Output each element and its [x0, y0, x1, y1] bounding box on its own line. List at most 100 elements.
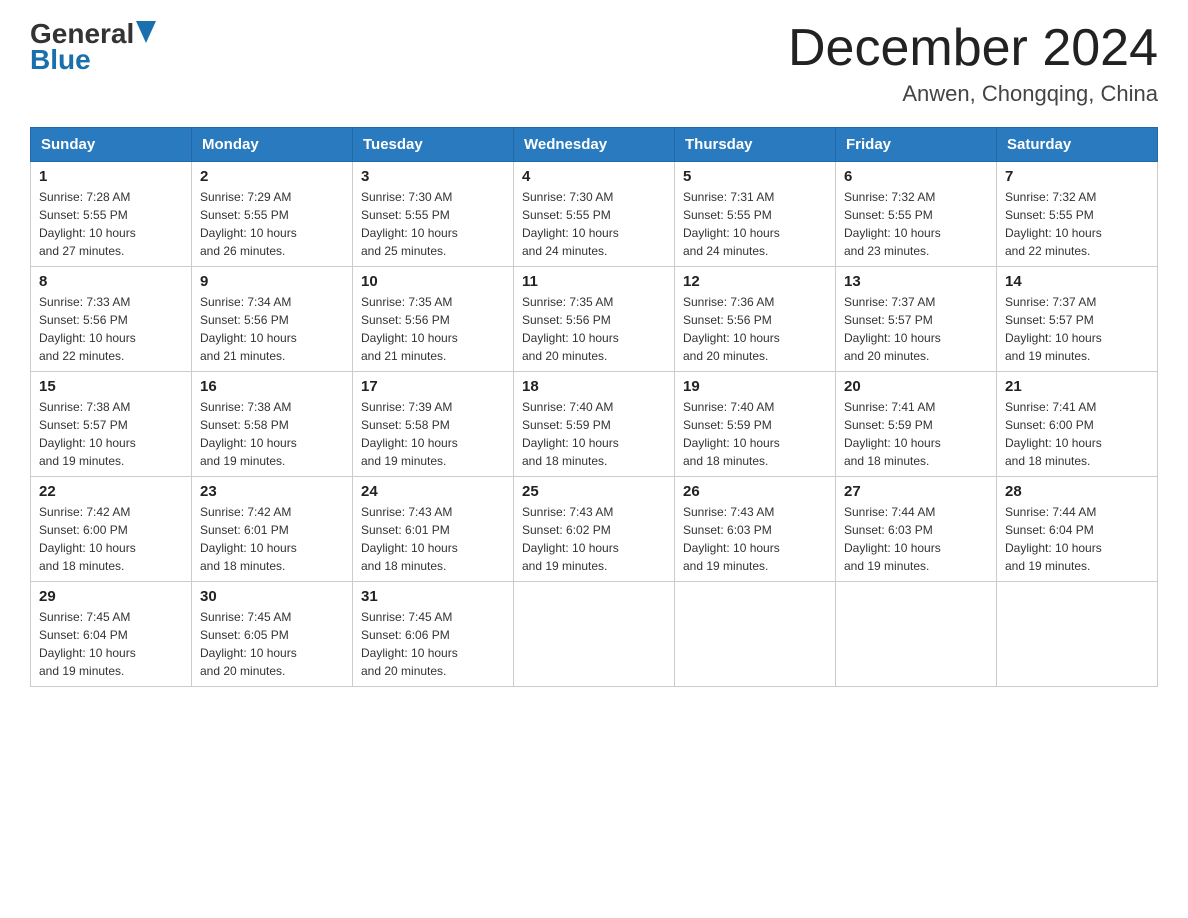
day-info: Sunrise: 7:45 AMSunset: 6:04 PMDaylight:… — [39, 610, 136, 678]
header-monday: Monday — [192, 128, 353, 162]
header-sunday: Sunday — [31, 128, 192, 162]
day-number: 23 — [200, 483, 344, 500]
day-info: Sunrise: 7:39 AMSunset: 5:58 PMDaylight:… — [361, 400, 458, 468]
day-number: 22 — [39, 483, 183, 500]
table-row: 6 Sunrise: 7:32 AMSunset: 5:55 PMDayligh… — [836, 162, 997, 267]
day-info: Sunrise: 7:41 AMSunset: 6:00 PMDaylight:… — [1005, 400, 1102, 468]
day-info: Sunrise: 7:30 AMSunset: 5:55 PMDaylight:… — [361, 190, 458, 258]
table-row: 5 Sunrise: 7:31 AMSunset: 5:55 PMDayligh… — [675, 162, 836, 267]
table-row: 20 Sunrise: 7:41 AMSunset: 5:59 PMDaylig… — [836, 372, 997, 477]
calendar-week-row: 8 Sunrise: 7:33 AMSunset: 5:56 PMDayligh… — [31, 267, 1158, 372]
table-row: 29 Sunrise: 7:45 AMSunset: 6:04 PMDaylig… — [31, 582, 192, 687]
day-info: Sunrise: 7:37 AMSunset: 5:57 PMDaylight:… — [844, 295, 941, 363]
logo-triangle-icon — [136, 21, 156, 43]
title-block: December 2024 Anwen, Chongqing, China — [788, 20, 1158, 107]
day-info: Sunrise: 7:44 AMSunset: 6:04 PMDaylight:… — [1005, 505, 1102, 573]
day-number: 7 — [1005, 168, 1149, 185]
table-row: 11 Sunrise: 7:35 AMSunset: 5:56 PMDaylig… — [514, 267, 675, 372]
day-info: Sunrise: 7:36 AMSunset: 5:56 PMDaylight:… — [683, 295, 780, 363]
day-info: Sunrise: 7:42 AMSunset: 6:01 PMDaylight:… — [200, 505, 297, 573]
page-subtitle: Anwen, Chongqing, China — [788, 81, 1158, 107]
day-info: Sunrise: 7:35 AMSunset: 5:56 PMDaylight:… — [522, 295, 619, 363]
table-row: 4 Sunrise: 7:30 AMSunset: 5:55 PMDayligh… — [514, 162, 675, 267]
day-number: 1 — [39, 168, 183, 185]
day-number: 27 — [844, 483, 988, 500]
calendar-table: Sunday Monday Tuesday Wednesday Thursday… — [30, 127, 1158, 687]
day-info: Sunrise: 7:31 AMSunset: 5:55 PMDaylight:… — [683, 190, 780, 258]
page-header: General Blue December 2024 Anwen, Chongq… — [30, 20, 1158, 107]
day-number: 16 — [200, 378, 344, 395]
day-number: 12 — [683, 273, 827, 290]
table-row — [836, 582, 997, 687]
logo-blue: Blue — [30, 44, 91, 76]
day-info: Sunrise: 7:40 AMSunset: 5:59 PMDaylight:… — [522, 400, 619, 468]
day-number: 30 — [200, 588, 344, 605]
header-thursday: Thursday — [675, 128, 836, 162]
day-info: Sunrise: 7:30 AMSunset: 5:55 PMDaylight:… — [522, 190, 619, 258]
day-number: 14 — [1005, 273, 1149, 290]
table-row: 10 Sunrise: 7:35 AMSunset: 5:56 PMDaylig… — [353, 267, 514, 372]
calendar-header-row: Sunday Monday Tuesday Wednesday Thursday… — [31, 128, 1158, 162]
table-row: 15 Sunrise: 7:38 AMSunset: 5:57 PMDaylig… — [31, 372, 192, 477]
day-number: 20 — [844, 378, 988, 395]
table-row: 30 Sunrise: 7:45 AMSunset: 6:05 PMDaylig… — [192, 582, 353, 687]
table-row: 27 Sunrise: 7:44 AMSunset: 6:03 PMDaylig… — [836, 477, 997, 582]
day-number: 4 — [522, 168, 666, 185]
day-info: Sunrise: 7:33 AMSunset: 5:56 PMDaylight:… — [39, 295, 136, 363]
day-number: 2 — [200, 168, 344, 185]
day-info: Sunrise: 7:38 AMSunset: 5:57 PMDaylight:… — [39, 400, 136, 468]
day-info: Sunrise: 7:43 AMSunset: 6:03 PMDaylight:… — [683, 505, 780, 573]
header-tuesday: Tuesday — [353, 128, 514, 162]
day-info: Sunrise: 7:41 AMSunset: 5:59 PMDaylight:… — [844, 400, 941, 468]
table-row: 28 Sunrise: 7:44 AMSunset: 6:04 PMDaylig… — [997, 477, 1158, 582]
day-number: 9 — [200, 273, 344, 290]
table-row: 24 Sunrise: 7:43 AMSunset: 6:01 PMDaylig… — [353, 477, 514, 582]
day-number: 6 — [844, 168, 988, 185]
day-number: 31 — [361, 588, 505, 605]
table-row: 23 Sunrise: 7:42 AMSunset: 6:01 PMDaylig… — [192, 477, 353, 582]
table-row — [675, 582, 836, 687]
day-number: 11 — [522, 273, 666, 290]
table-row: 19 Sunrise: 7:40 AMSunset: 5:59 PMDaylig… — [675, 372, 836, 477]
header-wednesday: Wednesday — [514, 128, 675, 162]
page-title: December 2024 — [788, 20, 1158, 77]
table-row: 1 Sunrise: 7:28 AMSunset: 5:55 PMDayligh… — [31, 162, 192, 267]
day-info: Sunrise: 7:43 AMSunset: 6:02 PMDaylight:… — [522, 505, 619, 573]
table-row: 16 Sunrise: 7:38 AMSunset: 5:58 PMDaylig… — [192, 372, 353, 477]
table-row: 8 Sunrise: 7:33 AMSunset: 5:56 PMDayligh… — [31, 267, 192, 372]
header-friday: Friday — [836, 128, 997, 162]
day-number: 17 — [361, 378, 505, 395]
table-row: 2 Sunrise: 7:29 AMSunset: 5:55 PMDayligh… — [192, 162, 353, 267]
day-number: 26 — [683, 483, 827, 500]
day-number: 10 — [361, 273, 505, 290]
day-number: 24 — [361, 483, 505, 500]
calendar-week-row: 15 Sunrise: 7:38 AMSunset: 5:57 PMDaylig… — [31, 372, 1158, 477]
table-row: 7 Sunrise: 7:32 AMSunset: 5:55 PMDayligh… — [997, 162, 1158, 267]
header-saturday: Saturday — [997, 128, 1158, 162]
day-info: Sunrise: 7:35 AMSunset: 5:56 PMDaylight:… — [361, 295, 458, 363]
day-info: Sunrise: 7:42 AMSunset: 6:00 PMDaylight:… — [39, 505, 136, 573]
table-row: 9 Sunrise: 7:34 AMSunset: 5:56 PMDayligh… — [192, 267, 353, 372]
day-info: Sunrise: 7:32 AMSunset: 5:55 PMDaylight:… — [844, 190, 941, 258]
table-row: 12 Sunrise: 7:36 AMSunset: 5:56 PMDaylig… — [675, 267, 836, 372]
table-row: 18 Sunrise: 7:40 AMSunset: 5:59 PMDaylig… — [514, 372, 675, 477]
day-info: Sunrise: 7:45 AMSunset: 6:06 PMDaylight:… — [361, 610, 458, 678]
day-number: 13 — [844, 273, 988, 290]
day-number: 19 — [683, 378, 827, 395]
day-info: Sunrise: 7:43 AMSunset: 6:01 PMDaylight:… — [361, 505, 458, 573]
logo: General Blue — [30, 20, 156, 76]
table-row: 17 Sunrise: 7:39 AMSunset: 5:58 PMDaylig… — [353, 372, 514, 477]
day-info: Sunrise: 7:29 AMSunset: 5:55 PMDaylight:… — [200, 190, 297, 258]
table-row: 13 Sunrise: 7:37 AMSunset: 5:57 PMDaylig… — [836, 267, 997, 372]
day-number: 18 — [522, 378, 666, 395]
day-number: 15 — [39, 378, 183, 395]
table-row — [514, 582, 675, 687]
day-info: Sunrise: 7:28 AMSunset: 5:55 PMDaylight:… — [39, 190, 136, 258]
calendar-week-row: 1 Sunrise: 7:28 AMSunset: 5:55 PMDayligh… — [31, 162, 1158, 267]
table-row: 31 Sunrise: 7:45 AMSunset: 6:06 PMDaylig… — [353, 582, 514, 687]
day-number: 25 — [522, 483, 666, 500]
day-info: Sunrise: 7:34 AMSunset: 5:56 PMDaylight:… — [200, 295, 297, 363]
day-number: 8 — [39, 273, 183, 290]
day-info: Sunrise: 7:40 AMSunset: 5:59 PMDaylight:… — [683, 400, 780, 468]
table-row: 25 Sunrise: 7:43 AMSunset: 6:02 PMDaylig… — [514, 477, 675, 582]
